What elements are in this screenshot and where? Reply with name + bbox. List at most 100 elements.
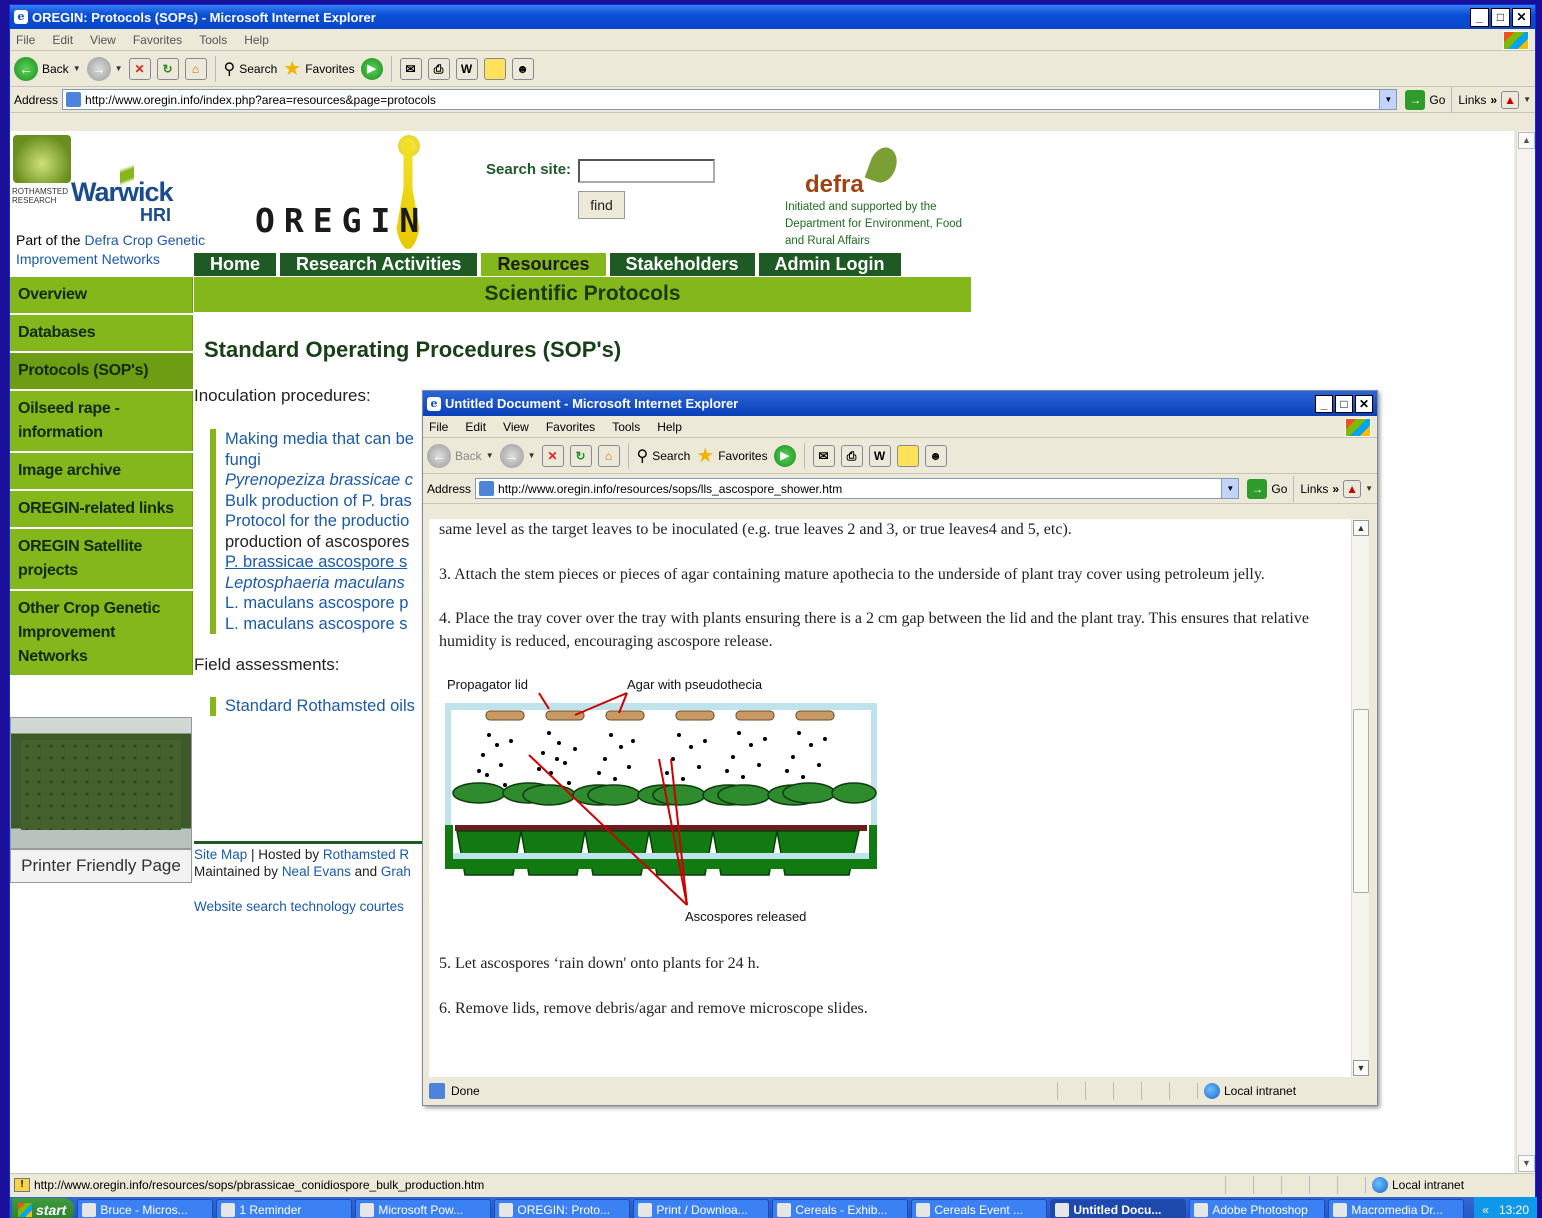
chevron-down-icon[interactable]: ▼ [1379,90,1397,109]
chevron-right-icon[interactable]: » [1332,482,1339,496]
scroll-up-icon[interactable]: ▲ [1353,520,1369,536]
go-button[interactable]: → Go [1247,478,1287,499]
chevron-right-icon[interactable]: » [1490,93,1497,107]
field-link[interactable]: Standard Rothamsted oils [225,697,440,716]
forward-button[interactable]: → ▼ [86,56,123,81]
sidebar-item-oregin-links[interactable]: OREGIN-related links [10,491,193,527]
home-icon[interactable]: ⌂ [597,444,620,467]
messenger-icon[interactable]: ☻ [511,57,534,80]
messenger-icon[interactable]: ☻ [924,444,947,467]
neal-evans-link[interactable]: Neal Evans [282,864,351,879]
protocol-link[interactable]: Pyrenopeziza brassicae c [225,470,440,491]
menu-favorites[interactable]: Favorites [546,420,595,434]
find-button[interactable]: find [578,191,625,219]
sidebar-item-databases[interactable]: Databases [10,315,193,351]
taskbar-item-active[interactable]: Untitled Docu... [1050,1199,1187,1218]
taskbar-item[interactable]: Macromedia Dr... [1328,1199,1465,1218]
favorites-button[interactable]: ★ Favorites [696,443,767,468]
menu-view[interactable]: View [90,33,116,47]
back-button[interactable]: ← Back ▼ [14,56,81,81]
sidebar-item-satellite-projects[interactable]: OREGIN Satellite projects [10,529,193,589]
sidebar-item-overview[interactable]: Overview [10,277,193,313]
minimize-button[interactable]: _ [1470,7,1489,27]
forward-button[interactable]: → ▼ [499,443,536,468]
stop-icon[interactable]: ✕ [128,57,151,80]
taskbar-item[interactable]: 1 Reminder [216,1199,353,1218]
sidebar-item-protocols[interactable]: Protocols (SOP's) [10,353,193,389]
taskbar-item[interactable]: Bruce - Micros... [77,1199,214,1218]
links-button[interactable]: Links [1300,482,1328,496]
taskbar-item[interactable]: Cereals - Exhib... [772,1199,909,1218]
chevron-down-icon[interactable]: ▼ [486,451,494,460]
menu-favorites[interactable]: Favorites [133,33,182,47]
maximize-button[interactable]: □ [1491,7,1510,27]
go-button[interactable]: → Go [1405,89,1445,110]
taskbar-item[interactable]: Adobe Photoshop [1189,1199,1326,1218]
nav-stakeholders[interactable]: Stakeholders [609,253,755,276]
scroll-up-icon[interactable]: ▲ [1518,132,1535,149]
search-site-input[interactable] [578,159,715,183]
rothamsted-link[interactable]: Rothamsted R [323,847,409,862]
menu-view[interactable]: View [503,420,529,434]
menu-file[interactable]: File [429,420,448,434]
nav-resources[interactable]: Resources [481,253,606,276]
graham-link[interactable]: Grah [381,864,411,879]
protocol-link[interactable]: L. maculans ascospore p [225,593,440,614]
print-icon[interactable]: ⎙ [840,444,863,467]
print-icon[interactable]: ⎙ [427,57,450,80]
taskbar-item[interactable]: Cereals Event ... [911,1199,1048,1218]
menu-file[interactable]: File [16,33,35,47]
scroll-down-icon[interactable]: ▼ [1518,1155,1535,1172]
media-icon[interactable]: ▶ [773,444,796,467]
sidebar-item-oilseed-rape[interactable]: Oilseed rape - information [10,391,193,451]
menu-help[interactable]: Help [244,33,269,47]
mail-icon[interactable]: ✉ [812,444,835,467]
tray-expand-icon[interactable]: « [1482,1203,1489,1217]
links-button[interactable]: Links [1458,93,1486,107]
taskbar-item[interactable]: OREGIN: Proto... [494,1199,631,1218]
protocol-link[interactable]: fungi [225,450,440,471]
scroll-thumb[interactable] [1353,709,1369,893]
protocol-link[interactable]: Leptosphaeria maculans [225,573,440,594]
media-icon[interactable]: ▶ [360,57,383,80]
nav-home[interactable]: Home [194,253,277,276]
protocol-link[interactable]: Protocol for the productio [225,511,440,532]
popup-address-input[interactable]: http://www.oregin.info/resources/sops/ll… [475,478,1240,499]
menu-edit[interactable]: Edit [52,33,73,47]
search-button[interactable]: ⚲ Search [637,446,691,466]
mail-icon[interactable]: ✉ [399,57,422,80]
taskbar-item[interactable]: Microsoft Pow... [355,1199,492,1218]
refresh-icon[interactable]: ↻ [569,444,592,467]
word-icon[interactable]: W [868,444,891,467]
close-button[interactable]: ✕ [1512,7,1531,27]
printer-friendly-link[interactable]: Printer Friendly Page [10,849,192,883]
menu-help[interactable]: Help [657,420,682,434]
popup-close-button[interactable]: ✕ [1355,394,1373,413]
chevron-down-icon[interactable]: ▼ [1523,95,1531,104]
back-button[interactable]: ← Back ▼ [427,443,494,468]
scroll-down-icon[interactable]: ▼ [1353,1060,1369,1076]
home-icon[interactable]: ⌂ [184,57,207,80]
protocol-link[interactable]: P. brassicae ascospore s [225,552,440,573]
popup-maximize-button[interactable]: □ [1335,394,1353,413]
protocol-link[interactable]: L. maculans ascospore s [225,614,440,635]
nav-research-activities[interactable]: Research Activities [280,253,478,276]
sidebar-item-other-networks[interactable]: Other Crop Genetic Improvement Networks [10,591,193,675]
chevron-down-icon[interactable]: ▼ [115,64,123,73]
favorites-button[interactable]: ★ Favorites [283,56,354,81]
chevron-down-icon[interactable]: ▼ [1221,479,1239,498]
site-map-link[interactable]: Site Map [194,847,247,862]
menu-tools[interactable]: Tools [612,420,640,434]
notes-icon[interactable] [896,444,919,467]
menu-edit[interactable]: Edit [465,420,486,434]
taskbar-item[interactable]: Print / Downloa... [633,1199,770,1218]
protocol-link[interactable]: Bulk production of P. bras [225,491,440,512]
protocol-link[interactable]: Making media that can be [225,429,440,450]
search-technology-link[interactable]: Website search technology courtes [194,899,434,914]
refresh-icon[interactable]: ↻ [156,57,179,80]
menu-tools[interactable]: Tools [199,33,227,47]
notes-icon[interactable] [483,57,506,80]
popup-scrollbar[interactable]: ▲ ▼ [1351,519,1369,1077]
sidebar-item-image-archive[interactable]: Image archive [10,453,193,489]
start-button[interactable]: start [12,1198,75,1218]
